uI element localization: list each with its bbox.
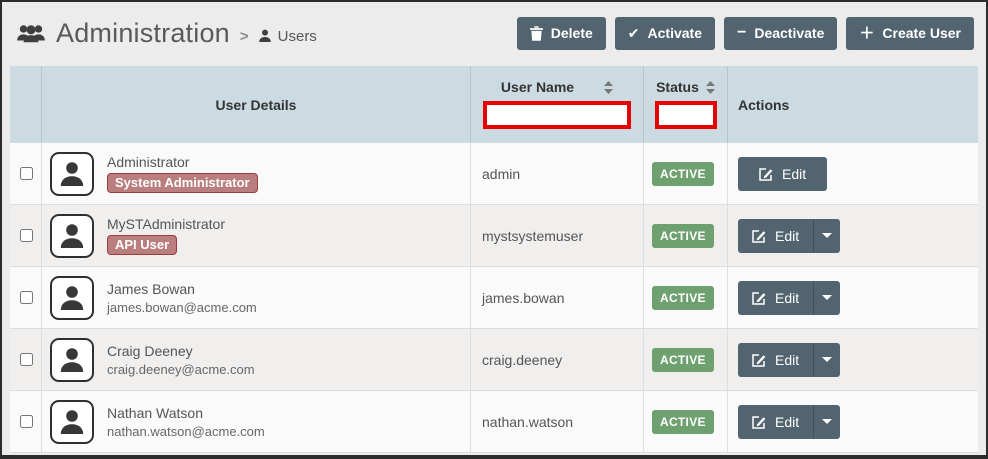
edit-button-label: Edit	[775, 352, 799, 368]
edit-dropdown-button[interactable]	[813, 219, 840, 253]
user-email: james.bowan@acme.com	[107, 300, 257, 315]
table-row: Nathan Watson nathan.watson@acme.com nat…	[10, 391, 978, 453]
table-row: James Bowan james.bowan@acme.com james.b…	[10, 267, 978, 329]
users-table: User Details User Name Status	[10, 66, 978, 453]
role-badge: API User	[107, 235, 177, 255]
actions-column-header: Actions	[728, 66, 978, 143]
edit-button[interactable]: Edit	[738, 405, 813, 439]
user-avatar-icon	[58, 408, 86, 436]
status-badge: ACTIVE	[652, 348, 714, 372]
create-user-button-label: Create User	[882, 25, 961, 41]
minus-icon	[737, 25, 746, 41]
delete-button[interactable]: Delete	[517, 17, 606, 50]
breadcrumb: Administration > Users	[16, 18, 317, 49]
activate-button[interactable]: Activate	[615, 17, 715, 50]
user-email: nathan.watson@acme.com	[107, 424, 265, 439]
edit-button-label: Edit	[775, 414, 799, 430]
caret-down-icon	[822, 419, 832, 424]
status-badge: ACTIVE	[652, 286, 714, 310]
page-title: Administration	[56, 18, 230, 49]
avatar	[50, 338, 94, 382]
activate-button-label: Activate	[648, 25, 702, 41]
edit-pencil-icon	[752, 415, 766, 429]
edit-pencil-icon	[752, 353, 766, 367]
avatar	[50, 276, 94, 320]
status-badge: ACTIVE	[652, 162, 714, 186]
status-header-label: Status	[656, 79, 699, 95]
admin-users-page: { "page": { "title": "Administration", "…	[0, 0, 988, 459]
edit-button-label: Edit	[775, 290, 799, 306]
edit-button[interactable]: Edit	[738, 281, 813, 315]
users-group-icon	[16, 21, 46, 45]
user-name-header-label: User Name	[501, 79, 574, 95]
sort-icon[interactable]	[604, 81, 613, 94]
table-row: Craig Deeney craig.deeney@acme.com craig…	[10, 329, 978, 391]
edit-button[interactable]: Edit	[738, 157, 827, 191]
edit-pencil-icon	[759, 167, 773, 181]
user-avatar-icon	[58, 346, 86, 374]
status-badge: ACTIVE	[652, 224, 714, 248]
avatar	[50, 214, 94, 258]
user-icon	[258, 29, 272, 43]
row-checkbox[interactable]	[20, 291, 33, 304]
sort-icon[interactable]	[706, 81, 715, 94]
row-checkbox[interactable]	[20, 229, 33, 242]
page-header: Administration > Users Delete A	[2, 2, 986, 64]
user-name-cell: craig.deeney	[482, 352, 562, 368]
user-display-name: James Bowan	[107, 281, 195, 297]
table-header-row: User Details User Name Status	[10, 66, 978, 143]
user-name-cell: admin	[482, 166, 520, 182]
trash-icon	[530, 26, 543, 41]
edit-button-label: Edit	[775, 228, 799, 244]
user-avatar-icon	[58, 284, 86, 312]
table-row: Administrator System Administrator admin…	[10, 143, 978, 205]
delete-button-label: Delete	[551, 25, 593, 41]
user-details-column-header: User Details	[42, 66, 471, 143]
row-checkbox[interactable]	[20, 415, 33, 428]
breadcrumb-current: Users	[258, 28, 317, 45]
user-avatar-icon	[58, 222, 86, 250]
user-name-cell: james.bowan	[482, 290, 565, 306]
plus-icon	[859, 26, 874, 41]
caret-down-icon	[822, 295, 832, 300]
deactivate-button-label: Deactivate	[754, 25, 824, 41]
edit-pencil-icon	[752, 229, 766, 243]
check-icon	[628, 26, 640, 40]
edit-dropdown-button[interactable]	[813, 343, 840, 377]
user-name-cell: mystsystemuser	[482, 228, 583, 244]
breadcrumb-current-label: Users	[278, 28, 317, 45]
user-display-name: Nathan Watson	[107, 405, 203, 421]
create-user-button[interactable]: Create User	[846, 17, 974, 50]
edit-dropdown-button[interactable]	[813, 405, 840, 439]
user-name-cell: nathan.watson	[482, 414, 573, 430]
edit-button-label: Edit	[782, 166, 806, 182]
user-display-name: Craig Deeney	[107, 343, 193, 359]
row-checkbox[interactable]	[20, 353, 33, 366]
user-display-name: MySTAdministrator	[107, 216, 225, 232]
status-filter-input[interactable]	[655, 101, 717, 129]
edit-button[interactable]: Edit	[738, 343, 813, 377]
avatar	[50, 400, 94, 444]
user-avatar-icon	[58, 160, 86, 188]
edit-pencil-icon	[752, 291, 766, 305]
user-display-name: Administrator	[107, 154, 189, 170]
caret-down-icon	[822, 233, 832, 238]
user-name-column-header: User Name	[471, 66, 644, 143]
edit-dropdown-button[interactable]	[813, 281, 840, 315]
caret-down-icon	[822, 357, 832, 362]
avatar	[50, 152, 94, 196]
table-row: MySTAdministrator API User mystsystemuse…	[10, 205, 978, 267]
user-email: craig.deeney@acme.com	[107, 362, 255, 377]
row-checkbox[interactable]	[20, 167, 33, 180]
breadcrumb-separator: >	[240, 28, 249, 45]
toolbar: Delete Activate Deactivate Create User	[517, 17, 974, 50]
status-column-header: Status	[644, 66, 728, 143]
status-badge: ACTIVE	[652, 410, 714, 434]
edit-button[interactable]: Edit	[738, 219, 813, 253]
checkbox-column-header	[10, 66, 42, 143]
deactivate-button[interactable]: Deactivate	[724, 17, 837, 50]
role-badge: System Administrator	[107, 173, 258, 193]
user-name-filter-input[interactable]	[483, 101, 631, 129]
